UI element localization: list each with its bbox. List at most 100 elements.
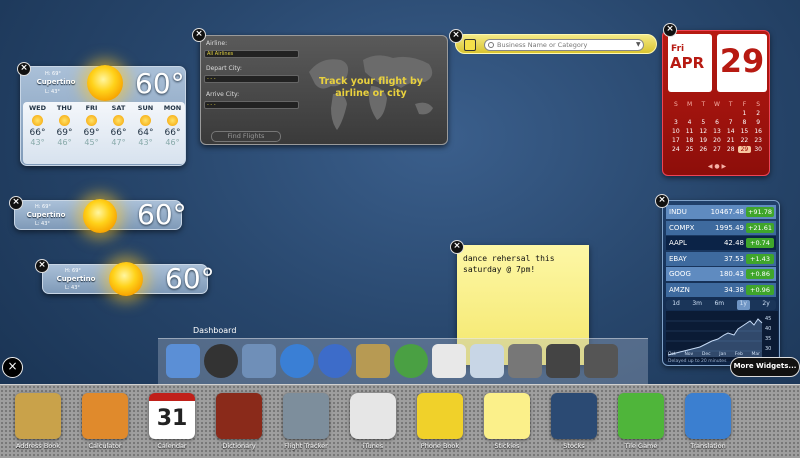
calendar-day[interactable]: 12 — [696, 128, 710, 135]
close-widget-bar-icon[interactable]: × — [2, 357, 23, 378]
itunes-icon[interactable] — [394, 344, 428, 378]
ical-icon[interactable] — [432, 344, 466, 378]
system-prefs-icon[interactable] — [508, 344, 542, 378]
calendar-day[interactable]: 11 — [683, 128, 697, 135]
phone-book-icon[interactable] — [417, 393, 463, 439]
calendar-day[interactable]: 9 — [751, 119, 765, 126]
close-stocks-icon[interactable]: × — [655, 194, 669, 208]
find-flights-button[interactable]: Find Flights — [211, 131, 281, 142]
stock-range-tabs[interactable]: 1d 3m 6m 1y 2y — [666, 300, 776, 310]
close-flight-icon[interactable]: × — [192, 28, 206, 42]
address-book-icon[interactable] — [15, 393, 61, 439]
stock-row[interactable]: AMZN 34.38 +0.96 — [666, 282, 776, 297]
stocks-widget[interactable]: INDU 10467.48 +91.78 COMPX 1995.49 +21.61 AAPL… — [662, 200, 780, 366]
calendar-day[interactable]: 22 — [738, 137, 752, 144]
calendar-day[interactable]: 23 — [751, 137, 765, 144]
ichat-icon[interactable] — [318, 344, 352, 378]
itunes-icon[interactable] — [350, 393, 396, 439]
close-weather-large-icon[interactable]: × — [17, 62, 31, 76]
airplane-icon[interactable] — [283, 393, 329, 439]
stock-change[interactable]: +0.96 — [746, 284, 774, 295]
calendar-day[interactable]: 1 — [738, 110, 752, 117]
dashboard-icon[interactable] — [204, 344, 238, 378]
calendar-widget[interactable]: Fri APR 29 S M T W T F S 1 2 3 4 5 6 7 8 9 10 11 12 13 14 15 1… — [662, 30, 770, 176]
stock-row[interactable]: GOOG 180.43 +0.86 — [666, 267, 776, 281]
phone-book-widget[interactable]: Business Name or Category ▼ — [455, 34, 657, 54]
stock-change[interactable]: +91.78 — [746, 207, 774, 217]
widget-bar-item[interactable]: 31 Calendar — [141, 393, 203, 450]
calendar-day[interactable]: 16 — [751, 128, 765, 135]
calendar-day[interactable]: 26 — [696, 146, 710, 153]
calendar-day[interactable]: 7 — [724, 119, 738, 126]
close-sticky-icon[interactable]: × — [450, 240, 464, 254]
widget-bar-item[interactable]: Phone Book — [409, 393, 471, 450]
calendar-day[interactable]: 3 — [669, 119, 683, 126]
widget-bar-item[interactable]: Calculator — [74, 393, 136, 450]
stocks-icon[interactable] — [551, 393, 597, 439]
preview-icon[interactable] — [470, 344, 504, 378]
stock-change[interactable]: +21.61 — [746, 222, 774, 233]
calendar-day[interactable]: 18 — [683, 137, 697, 144]
stock-row[interactable]: INDU 10467.48 +91.78 — [666, 205, 776, 219]
calendar-day[interactable]: 29 — [737, 146, 752, 153]
business-search-input[interactable]: Business Name or Category — [484, 39, 644, 51]
calculator-icon[interactable] — [82, 393, 128, 439]
close-weather-small-icon[interactable]: × — [35, 259, 49, 273]
trash-icon[interactable] — [584, 344, 618, 378]
calendar-day[interactable]: 17 — [669, 137, 683, 144]
stock-change[interactable]: +0.86 — [746, 269, 774, 279]
widget-bar-item[interactable]: Address Book — [7, 393, 69, 450]
calendar-nav[interactable]: ◀ ● ▶ — [663, 163, 771, 170]
weather-widget-small[interactable]: H: 69° Cupertino L: 43° 60° — [42, 262, 215, 296]
stock-change[interactable]: +1.43 — [746, 253, 774, 264]
calendar-day[interactable]: 15 — [738, 128, 752, 135]
stock-range-tab[interactable]: 6m — [714, 300, 724, 310]
calendar-icon[interactable]: 31 — [149, 393, 195, 439]
globe-icon[interactable] — [685, 393, 731, 439]
weather-widget-large[interactable]: H: 69° Cupertino L: 43° 60° WED 66° 43° THU… — [20, 65, 186, 166]
stock-range-tab[interactable]: 1y — [736, 300, 750, 310]
calendar-day[interactable]: 6 — [710, 119, 724, 126]
weather-widget-mid[interactable]: H: 69° Cupertino L: 43° 60° — [14, 198, 187, 233]
widget-bar-item[interactable]: Stickies — [476, 393, 538, 450]
calendar-day[interactable]: 2 — [751, 110, 765, 117]
more-widgets-button[interactable]: More Widgets... — [730, 357, 800, 377]
safari-icon[interactable] — [280, 344, 314, 378]
widget-bar-item[interactable]: Dictionary — [208, 393, 270, 450]
calendar-day[interactable]: 13 — [710, 128, 724, 135]
chevron-down-icon[interactable]: ▼ — [636, 41, 641, 48]
stock-row[interactable]: COMPX 1995.49 +21.61 — [666, 220, 776, 235]
calendar-day[interactable]: 30 — [751, 146, 765, 153]
calendar-day[interactable]: 14 — [724, 128, 738, 135]
widget-bar-item[interactable]: iTunes — [342, 393, 404, 450]
widget-bar-item[interactable]: Tile Game — [610, 393, 672, 450]
calendar-day[interactable]: 27 — [710, 146, 724, 153]
calendar-day[interactable]: 21 — [724, 137, 738, 144]
close-weather-mid-icon[interactable]: × — [9, 196, 23, 210]
close-phonebook-icon[interactable]: × — [449, 29, 463, 43]
finder-icon[interactable] — [166, 344, 200, 378]
stickies-icon[interactable] — [484, 393, 530, 439]
tile-game-icon[interactable] — [618, 393, 664, 439]
calendar-day[interactable]: 24 — [669, 146, 683, 153]
calendar-day[interactable]: 8 — [738, 119, 752, 126]
calendar-day[interactable]: 28 — [724, 146, 738, 153]
calendar-day[interactable]: 25 — [683, 146, 697, 153]
calendar-day[interactable]: 20 — [710, 137, 724, 144]
widget-bar-item[interactable]: Flight Tracker — [275, 393, 337, 450]
calendar-day[interactable]: 10 — [669, 128, 683, 135]
stock-range-tab[interactable]: 1d — [672, 300, 680, 310]
time-machine-icon[interactable] — [546, 344, 580, 378]
calendar-day[interactable]: 4 — [683, 119, 697, 126]
mail-icon[interactable] — [242, 344, 276, 378]
stock-row[interactable]: EBAY 37.53 +1.43 — [666, 251, 776, 266]
dictionary-icon[interactable] — [216, 393, 262, 439]
widget-bar-item[interactable]: Stocks — [543, 393, 605, 450]
stock-range-tab[interactable]: 3m — [692, 300, 702, 310]
depart-select[interactable]: - - - — [204, 75, 299, 83]
flight-tracker-widget[interactable]: Airline: All Airlines Depart City: - - -… — [200, 35, 448, 145]
stock-change[interactable]: +0.74 — [746, 238, 774, 248]
stock-range-tab[interactable]: 2y — [762, 300, 769, 310]
address-book-icon[interactable] — [356, 344, 390, 378]
close-calendar-icon[interactable]: × — [663, 23, 677, 37]
